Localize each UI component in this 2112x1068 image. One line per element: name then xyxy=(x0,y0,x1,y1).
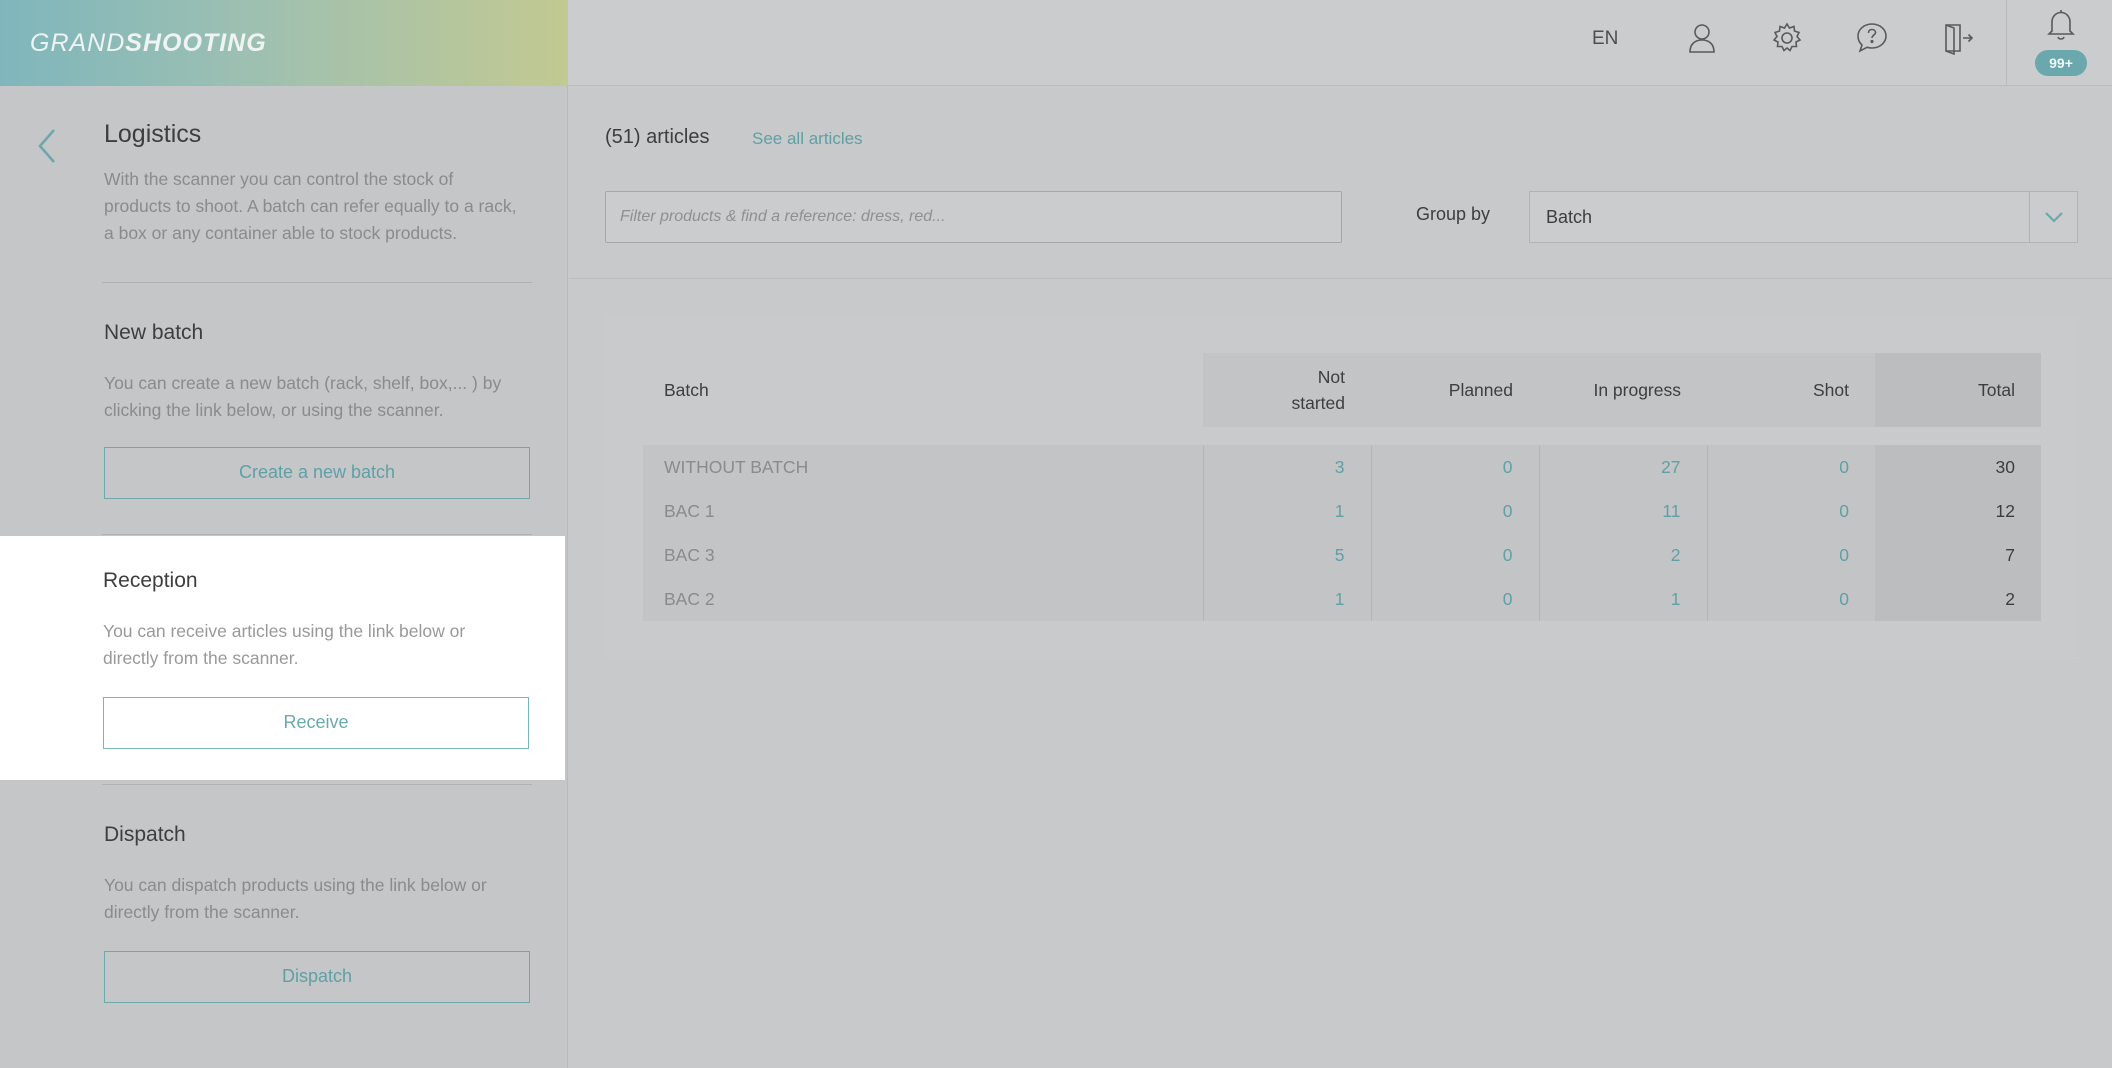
divider xyxy=(102,534,532,535)
table-header-row: Batch Not started Planned In progress Sh… xyxy=(643,353,2041,427)
total-cell: 2 xyxy=(1875,577,2041,621)
planned-cell[interactable]: 0 xyxy=(1370,445,1539,489)
planned-cell[interactable]: 0 xyxy=(1370,533,1539,577)
not-started-cell[interactable]: 1 xyxy=(1202,577,1371,621)
logo-part-2: SHOOTING xyxy=(125,28,267,57)
user-icon[interactable] xyxy=(1684,20,1720,56)
batch-name-cell[interactable]: BAC 2 xyxy=(643,577,1203,621)
not-started-cell[interactable]: 3 xyxy=(1202,445,1371,489)
notifications[interactable]: 99+ xyxy=(2006,0,2112,86)
planned-cell[interactable]: 0 xyxy=(1370,577,1539,621)
shot-cell[interactable]: 0 xyxy=(1706,445,1875,489)
batch-name-cell[interactable]: BAC 1 xyxy=(643,489,1203,533)
total-cell: 30 xyxy=(1875,445,2041,489)
table-row[interactable]: BAC 1 1 0 11 0 12 xyxy=(643,489,2041,533)
chevron-down-icon xyxy=(2044,212,2063,223)
new-batch-description: You can create a new batch (rack, shelf,… xyxy=(104,373,502,420)
batch-table: Batch Not started Planned In progress Sh… xyxy=(643,353,2041,621)
batch-name-cell[interactable]: WITHOUT BATCH xyxy=(643,445,1203,489)
shot-cell[interactable]: 0 xyxy=(1706,489,1875,533)
total-cell: 12 xyxy=(1875,489,2041,533)
language-selector[interactable]: EN xyxy=(1592,28,1618,50)
dropdown-toggle[interactable] xyxy=(2029,192,2077,242)
bell-icon[interactable] xyxy=(2044,7,2078,41)
new-batch-title: New batch xyxy=(104,321,204,344)
app-logo[interactable]: GRANDSHOOTING xyxy=(30,29,267,58)
see-all-articles-link[interactable]: See all articles xyxy=(752,129,863,149)
not-started-cell[interactable]: 1 xyxy=(1202,489,1371,533)
create-new-batch-button[interactable]: Create a new batch xyxy=(104,447,530,499)
group-by-value: Batch xyxy=(1546,207,1593,227)
logo-part-1: GRAND xyxy=(30,28,126,57)
column-header-not-started[interactable]: Not started xyxy=(1203,353,1371,427)
in-progress-cell[interactable]: 27 xyxy=(1538,445,1707,489)
reception-description: You can receive articles using the link … xyxy=(103,621,466,668)
help-chat-icon[interactable] xyxy=(1854,20,1890,56)
total-cell: 7 xyxy=(1875,533,2041,577)
logistics-sidebar: Logistics With the scanner you can contr… xyxy=(0,86,568,1068)
divider xyxy=(569,278,2112,279)
logout-door-icon[interactable] xyxy=(1939,20,1975,56)
filter-products-input[interactable] xyxy=(605,191,1342,243)
divider xyxy=(102,282,532,283)
reception-panel: Reception You can receive articles using… xyxy=(0,536,565,780)
back-arrow-icon[interactable] xyxy=(30,122,66,170)
notifications-badge[interactable]: 99+ xyxy=(2035,50,2087,76)
not-started-cell[interactable]: 5 xyxy=(1202,533,1371,577)
receive-button[interactable]: Receive xyxy=(103,697,529,749)
group-by-select[interactable]: Batch xyxy=(1529,191,2078,243)
logo-area: GRANDSHOOTING xyxy=(0,0,568,86)
column-header-total[interactable]: Total xyxy=(1875,353,2041,427)
group-by-label: Group by xyxy=(1416,204,1491,224)
reception-title: Reception xyxy=(103,569,198,592)
shot-cell[interactable]: 0 xyxy=(1706,577,1875,621)
planned-cell[interactable]: 0 xyxy=(1370,489,1539,533)
shot-cell[interactable]: 0 xyxy=(1706,533,1875,577)
table-row[interactable]: BAC 2 1 0 1 0 2 xyxy=(643,577,2041,621)
dispatch-description: You can dispatch products using the link… xyxy=(104,875,487,922)
column-header-planned[interactable]: Planned xyxy=(1371,353,1539,427)
divider xyxy=(102,784,532,785)
in-progress-cell[interactable]: 11 xyxy=(1538,489,1707,533)
spacer-cell xyxy=(643,427,2041,445)
column-header-batch[interactable]: Batch xyxy=(643,353,1203,427)
batch-name-cell[interactable]: BAC 3 xyxy=(643,533,1203,577)
sidebar-title: Logistics xyxy=(104,120,202,148)
column-header-in-progress[interactable]: In progress xyxy=(1539,353,1707,427)
sidebar-description: With the scanner you can control the sto… xyxy=(104,169,517,243)
in-progress-cell[interactable]: 2 xyxy=(1538,533,1707,577)
in-progress-cell[interactable]: 1 xyxy=(1538,577,1707,621)
dispatch-button[interactable]: Dispatch xyxy=(104,951,530,1003)
top-bar: GRANDSHOOTING EN 99+ xyxy=(0,0,2112,86)
spacer-row xyxy=(643,427,2041,445)
batch-table-card: Batch Not started Planned In progress Sh… xyxy=(605,315,2078,660)
articles-count: (51) articles xyxy=(605,126,710,148)
dispatch-title: Dispatch xyxy=(104,823,186,846)
table-row[interactable]: BAC 3 5 0 2 0 7 xyxy=(643,533,2041,577)
table-row[interactable]: WITHOUT BATCH 3 0 27 0 30 xyxy=(643,445,2041,489)
column-header-shot[interactable]: Shot xyxy=(1707,353,1875,427)
settings-gear-icon[interactable] xyxy=(1769,20,1805,56)
